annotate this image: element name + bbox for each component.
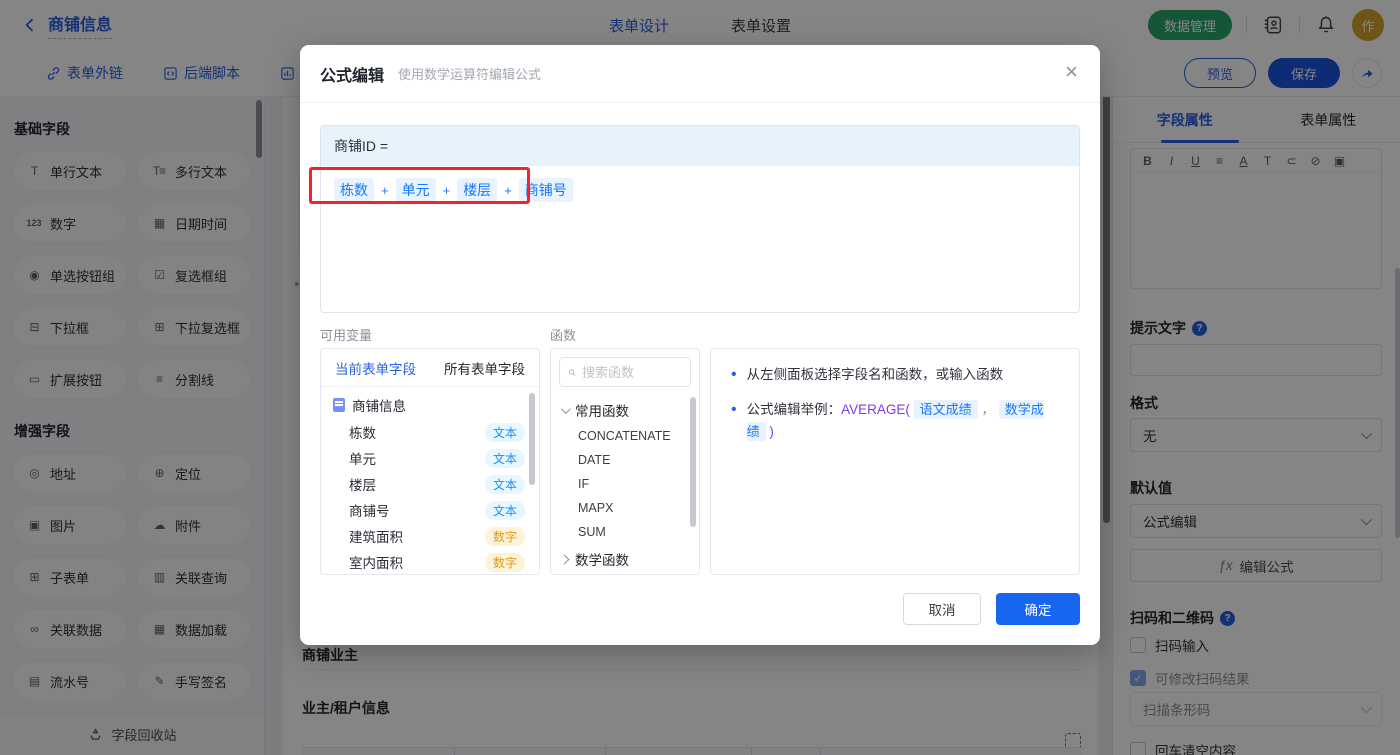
variables-group-label: 商铺信息 — [352, 399, 406, 414]
close-icon[interactable]: × — [1065, 61, 1078, 83]
plus-operator: + — [442, 182, 451, 198]
variables-group-row[interactable]: 商铺信息 — [321, 387, 539, 419]
function-item[interactable]: DATE — [551, 448, 699, 472]
form-document-icon — [333, 398, 345, 412]
formula-editor[interactable]: 商铺ID = 栋数 + 单元 + 楼层 + 商铺号 — [320, 125, 1080, 313]
variable-row[interactable]: 单元 文本 — [321, 445, 539, 471]
type-badge: 文本 — [484, 474, 525, 494]
bullet-icon: • — [731, 401, 737, 418]
function-item[interactable]: SUM — [551, 520, 699, 544]
formula-edit-modal: 公式编辑 使用数学运算符编辑公式 × 商铺ID = 栋数 + 单元 + 楼层 +… — [300, 45, 1100, 645]
example-chip: 语文成绩 — [913, 400, 978, 419]
function-group-common[interactable]: 常用函数 — [551, 395, 699, 424]
plus-operator: + — [381, 182, 389, 198]
function-group-text[interactable]: 文本函数 — [551, 573, 699, 574]
tab-current-form-fields[interactable]: 当前表单字段 — [335, 358, 416, 378]
tip-line-2: • 公式编辑举例：AVERAGE( 语文成绩 ， 数学成绩 ) — [731, 400, 1044, 441]
variables-tabs: 当前表单字段 所有表单字段 — [321, 349, 539, 387]
bullet-icon: • — [731, 366, 737, 383]
formula-token[interactable]: 栋数 — [334, 178, 374, 202]
function-group-math[interactable]: 数学函数 — [551, 544, 699, 573]
variable-row[interactable]: 栋数 文本 — [321, 419, 539, 445]
chevron-right-icon — [559, 554, 570, 564]
app-root: 商铺信息 表单设计 表单设置 数据管理 作 表单外链 后端脚本 预览 保存 基础… — [0, 0, 1400, 755]
plus-operator: + — [504, 182, 512, 198]
variables-scrollbar[interactable] — [529, 393, 535, 485]
variable-row[interactable]: 室内面积 数字 — [321, 549, 539, 574]
formula-expression[interactable]: 栋数 + 单元 + 楼层 + 商铺号 — [321, 166, 1079, 214]
function-item[interactable]: IF — [551, 472, 699, 496]
formula-token[interactable]: 楼层 — [457, 178, 498, 202]
variables-pane: 当前表单字段 所有表单字段 商铺信息 栋数 文本 单元 文本 楼层 文本 商铺号 文本 … — [320, 348, 540, 575]
variable-row[interactable]: 楼层 文本 — [321, 471, 539, 497]
function-search-input[interactable] — [582, 364, 682, 380]
functions-label: 函数 — [550, 328, 577, 343]
type-badge: 数字 — [484, 552, 525, 572]
functions-pane: 常用函数 CONCATENATE DATE IF MAPX SUM 数学函数 文… — [550, 348, 700, 575]
formula-target: 商铺ID = — [321, 126, 1079, 166]
example-function-name: AVERAGE( — [841, 402, 910, 417]
modal-subtitle: 使用数学运算符编辑公式 — [398, 67, 542, 82]
confirm-button[interactable]: 确定 — [996, 593, 1080, 625]
type-badge: 数字 — [484, 526, 525, 546]
type-badge: 文本 — [484, 422, 525, 442]
function-item[interactable]: CONCATENATE — [551, 424, 699, 448]
functions-scrollbar[interactable] — [690, 397, 696, 527]
chevron-down-icon — [560, 403, 571, 414]
cancel-button[interactable]: 取消 — [903, 593, 981, 625]
type-badge: 文本 — [484, 500, 525, 520]
variable-row[interactable]: 商铺号 文本 — [321, 497, 539, 523]
tip-line-1: • 从左侧面板选择字段名和函数，或输入函数 — [731, 364, 1059, 386]
modal-header: 公式编辑 使用数学运算符编辑公式 — [300, 45, 1100, 103]
variable-row[interactable]: 建筑面积 数字 — [321, 523, 539, 549]
function-search[interactable] — [559, 357, 691, 387]
search-icon — [568, 368, 576, 376]
tips-pane: • 从左侧面板选择字段名和函数，或输入函数 • 公式编辑举例：AVERAGE( … — [710, 348, 1080, 575]
type-badge: 文本 — [484, 448, 525, 468]
tab-all-form-fields[interactable]: 所有表单字段 — [444, 358, 525, 378]
formula-token[interactable]: 单元 — [395, 178, 436, 202]
function-item[interactable]: MAPX — [551, 496, 699, 520]
variables-label: 可用变量 — [320, 328, 373, 343]
modal-title: 公式编辑 — [320, 67, 385, 85]
formula-token[interactable]: 商铺号 — [518, 178, 573, 202]
